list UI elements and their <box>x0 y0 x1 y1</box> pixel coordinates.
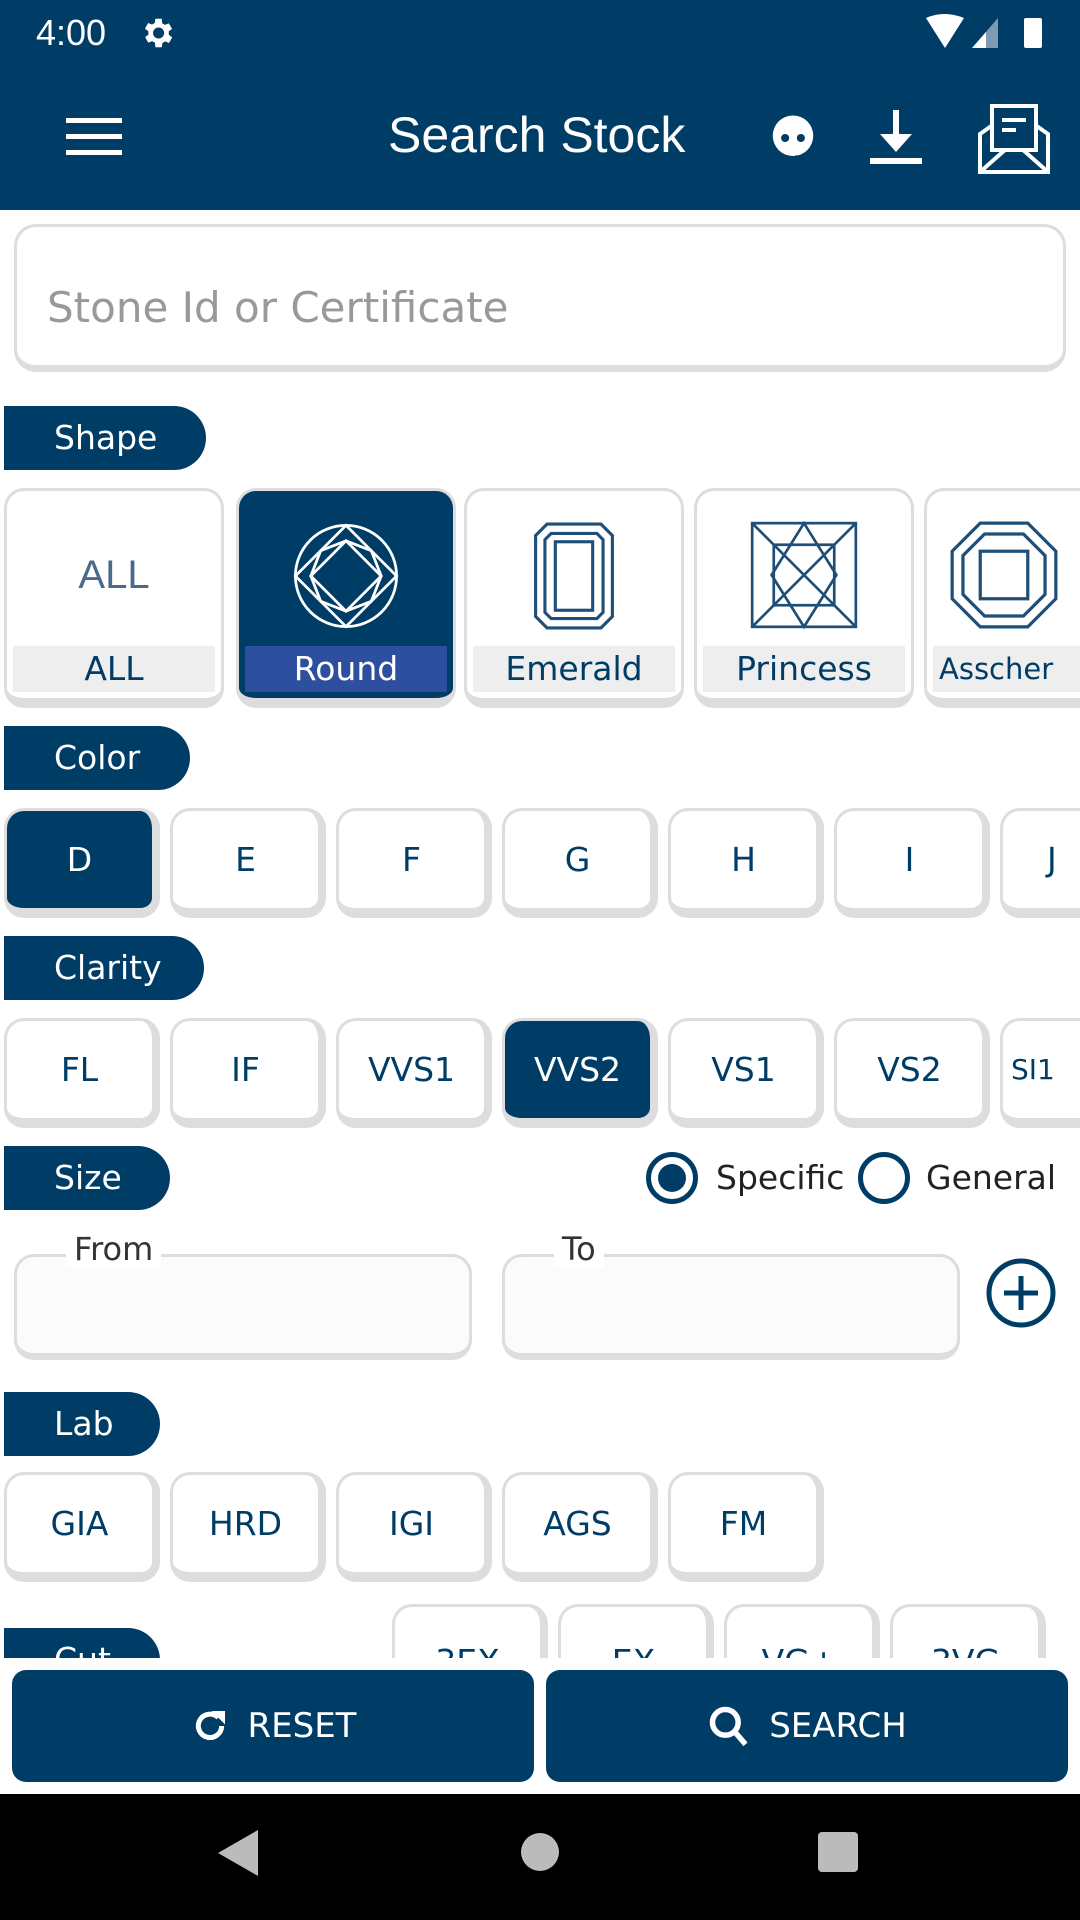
size-from-label: From <box>66 1230 162 1268</box>
all-icon-text: ALL <box>78 553 150 597</box>
emerald-diamond-icon <box>534 522 614 630</box>
recents-icon[interactable] <box>818 1832 858 1872</box>
color-option-g[interactable]: G <box>502 808 658 918</box>
cut-option-3ex[interactable]: 3EX <box>392 1604 548 1658</box>
shape-princess[interactable]: Princess <box>694 488 914 708</box>
clarity-option-vvs2[interactable]: VVS2 <box>502 1018 658 1128</box>
size-to-label: To <box>554 1230 604 1268</box>
color-option-i[interactable]: I <box>834 808 990 918</box>
size-from-input[interactable] <box>14 1254 472 1360</box>
shape-label: Round <box>245 646 447 692</box>
section-label-lab: Lab <box>4 1392 160 1456</box>
search-placeholder: Stone Id or Certificate <box>47 283 509 332</box>
size-to-input[interactable] <box>502 1254 960 1360</box>
princess-diamond-icon <box>750 521 858 629</box>
radio-general-label: General <box>926 1158 1057 1197</box>
search-button[interactable]: SEARCH <box>546 1670 1068 1782</box>
shape-emerald[interactable]: Emerald <box>464 488 684 708</box>
color-option-f[interactable]: F <box>336 808 492 918</box>
add-size-range-icon[interactable] <box>984 1256 1058 1330</box>
clarity-option-if[interactable]: IF <box>170 1018 326 1128</box>
lab-option-ags[interactable]: AGS <box>502 1472 658 1582</box>
back-icon[interactable] <box>218 1830 258 1876</box>
lab-option-gia[interactable]: GIA <box>4 1472 160 1582</box>
shape-round[interactable]: Round <box>236 488 456 708</box>
section-label-color: Color <box>4 726 190 790</box>
reset-label: RESET <box>247 1706 357 1746</box>
reset-button[interactable]: RESET <box>12 1670 534 1782</box>
lab-option-igi[interactable]: IGI <box>336 1472 492 1582</box>
clarity-option-si1[interactable]: SI1 <box>1000 1018 1080 1128</box>
battery-icon <box>1024 18 1042 48</box>
shape-label: ALL <box>13 646 215 692</box>
section-label-shape: Shape <box>4 406 206 470</box>
section-label-cut: Cut <box>4 1628 160 1658</box>
radio-general[interactable] <box>858 1152 910 1204</box>
clarity-option-vvs1[interactable]: VVS1 <box>336 1018 492 1128</box>
shape-asscher[interactable]: Asscher <box>924 488 1080 708</box>
stone-id-search-input[interactable]: Stone Id or Certificate <box>14 224 1066 372</box>
shape-all[interactable]: ALL ALL <box>4 488 224 708</box>
navigation-bar <box>0 1794 1080 1920</box>
radio-specific[interactable] <box>646 1152 698 1204</box>
wifi-icon <box>926 14 964 48</box>
section-label-clarity: Clarity <box>4 936 204 1000</box>
support-agent-icon[interactable] <box>766 110 820 166</box>
status-time: 4:00 <box>36 12 107 53</box>
lab-option-fm[interactable]: FM <box>668 1472 824 1582</box>
status-icons <box>926 14 1042 48</box>
settings-icon <box>144 18 173 48</box>
section-label-size: Size <box>4 1146 170 1210</box>
search-icon <box>709 1706 748 1747</box>
color-option-j[interactable]: J <box>1000 808 1080 918</box>
shape-label: Asscher <box>933 646 1080 692</box>
radio-specific-label: Specific <box>716 1158 845 1197</box>
refresh-icon <box>195 1711 225 1740</box>
color-option-e[interactable]: E <box>170 808 326 918</box>
clarity-option-fl[interactable]: FL <box>4 1018 160 1128</box>
download-icon[interactable] <box>868 108 924 166</box>
clarity-option-vs2[interactable]: VS2 <box>834 1018 990 1128</box>
shape-label: Emerald <box>473 646 675 692</box>
page-title: Search Stock <box>388 107 686 163</box>
clarity-option-vs1[interactable]: VS1 <box>668 1018 824 1128</box>
menu-icon[interactable] <box>66 116 122 156</box>
search-label: SEARCH <box>769 1706 907 1746</box>
cut-option-ex[interactable]: EX <box>558 1604 714 1658</box>
mail-icon[interactable] <box>978 100 1050 174</box>
cut-section-clipped: Cut 3EX EX VG+ 3VG <box>0 1600 1080 1658</box>
color-option-h[interactable]: H <box>668 808 824 918</box>
home-icon[interactable] <box>520 1832 560 1872</box>
cut-option-vgplus[interactable]: VG+ <box>724 1604 880 1658</box>
color-option-d[interactable]: D <box>4 808 160 918</box>
cut-option-3vg[interactable]: 3VG <box>890 1604 1046 1658</box>
round-diamond-icon <box>293 523 399 629</box>
lab-option-hrd[interactable]: HRD <box>170 1472 326 1582</box>
shape-label: Princess <box>703 646 905 692</box>
asscher-diamond-icon <box>950 521 1057 629</box>
